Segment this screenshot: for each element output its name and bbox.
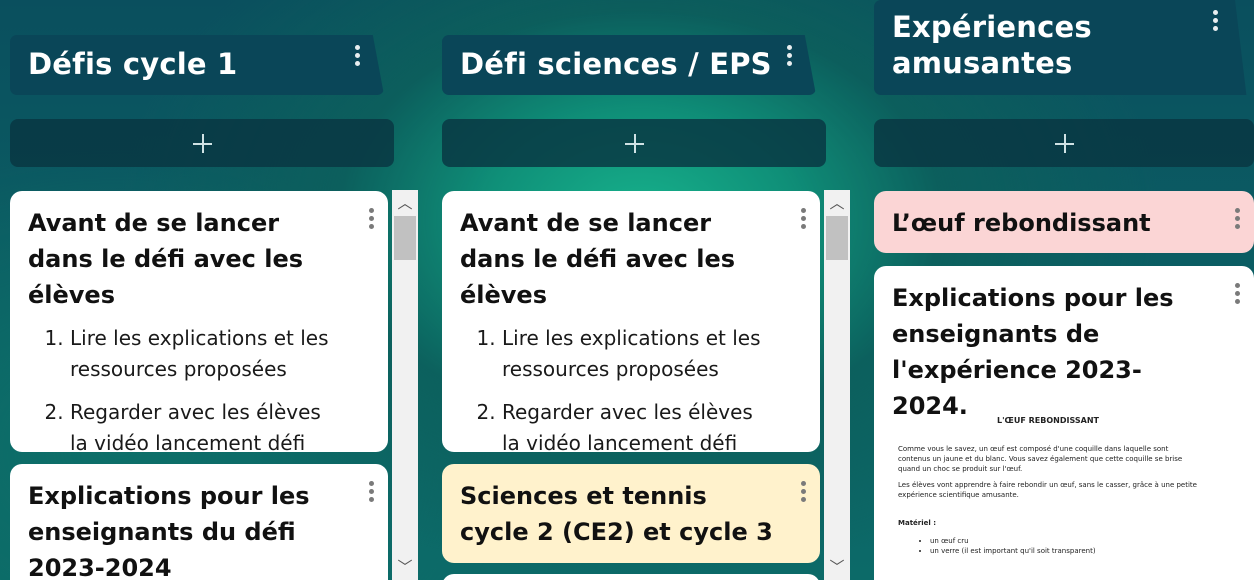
post-card[interactable]: Avant de se lancer dans le défi avec les…	[442, 191, 820, 455]
list-item: Regarder avec les élèves la vidéo lancem…	[502, 397, 776, 459]
post-menu-icon[interactable]	[1235, 208, 1240, 229]
scroll-down-arrow-icon[interactable]: ﹀	[824, 554, 850, 580]
post-title: Explications pour les enseignants de l'e…	[892, 284, 1174, 420]
list-item: Lire les explications et les ressources …	[70, 323, 344, 385]
column-menu-icon[interactable]	[1213, 10, 1218, 31]
plus-icon	[1054, 133, 1074, 153]
post-title: Explications pour les enseignants du déf…	[28, 482, 310, 580]
document-materiel-list: un œuf cru un verre (il est important qu…	[898, 536, 1198, 556]
column-scrollbar[interactable]: ︿ ﹀	[392, 190, 418, 580]
post-title: L’œuf rebondissant	[892, 209, 1151, 237]
column-menu-icon[interactable]	[787, 45, 792, 66]
post-menu-icon[interactable]	[369, 481, 374, 502]
document-paragraph: Les élèves vont apprendre à faire rebond…	[898, 481, 1197, 499]
column-title: Expériences amusantes	[892, 10, 1092, 80]
post-card[interactable]: Explications pour les enseignants de l'e…	[874, 266, 1254, 580]
scroll-up-arrow-icon[interactable]: ︿	[824, 190, 850, 216]
column-header[interactable]: Défis cycle 1	[10, 35, 384, 95]
post-title: Avant de se lancer dans le défi avec les…	[460, 209, 736, 309]
plus-icon	[192, 133, 212, 153]
post-card[interactable]: Sciences et tennis cycle 2 (CE2) et cycl…	[442, 464, 820, 563]
column-title: Défi sciences / EPS	[460, 47, 772, 81]
column-defi-sciences-eps: Défi sciences / EPS Avant de se lancer d…	[442, 0, 850, 580]
document-paragraph: Comme vous le savez, un œuf est composé …	[898, 445, 1183, 473]
scroll-up-arrow-icon[interactable]: ︿	[392, 190, 418, 216]
list-item: un verre (il est important qu'il soit tr…	[930, 546, 1198, 556]
list-item: un œuf cru	[930, 536, 1198, 546]
column-scrollbar[interactable]: ︿ ﹀	[824, 190, 850, 580]
post-card[interactable]: L’œuf rebondissant	[874, 191, 1254, 253]
document-preview[interactable]: L'ŒUF REBONDISSANT Comme vous le savez, …	[898, 416, 1198, 556]
list-item: Lire les explications et les ressources …	[502, 323, 776, 385]
post-menu-icon[interactable]	[801, 208, 806, 229]
document-heading: L'ŒUF REBONDISSANT	[997, 416, 1099, 425]
document-materiel-label: Matériel :	[898, 519, 937, 527]
column-header[interactable]: Défi sciences / EPS	[442, 35, 816, 95]
post-list: Lire les explications et les ressources …	[28, 323, 344, 459]
post-menu-icon[interactable]	[801, 481, 806, 502]
add-post-button[interactable]	[10, 119, 394, 167]
post-list: Lire les explications et les ressources …	[460, 323, 776, 459]
post-card[interactable]: Avant de se lancer dans le défi avec les…	[10, 191, 388, 455]
post-title: Avant de se lancer dans le défi avec les…	[28, 209, 304, 309]
column-experiences-amusantes: Expériences amusantes L’œuf rebondissant…	[874, 0, 1254, 580]
column-defis-cycle-1: Défis cycle 1 Avant de se lancer dans le…	[10, 0, 418, 580]
add-post-button[interactable]	[442, 119, 826, 167]
post-title: Sciences et tennis cycle 2 (CE2) et cycl…	[460, 482, 773, 546]
scroll-down-arrow-icon[interactable]: ﹀	[392, 554, 418, 580]
post-card[interactable]: Explications pour les enseignants du déf…	[10, 464, 388, 580]
scroll-thumb[interactable]	[394, 216, 416, 260]
post-menu-icon[interactable]	[1235, 283, 1240, 304]
column-menu-icon[interactable]	[355, 45, 360, 66]
list-item: Regarder avec les élèves la vidéo lancem…	[70, 397, 344, 459]
post-card[interactable]	[442, 574, 820, 580]
add-post-button[interactable]	[874, 119, 1254, 167]
scroll-thumb[interactable]	[826, 216, 848, 260]
plus-icon	[624, 133, 644, 153]
post-menu-icon[interactable]	[369, 208, 374, 229]
column-header[interactable]: Expériences amusantes	[874, 0, 1247, 95]
column-title: Défis cycle 1	[28, 47, 238, 81]
